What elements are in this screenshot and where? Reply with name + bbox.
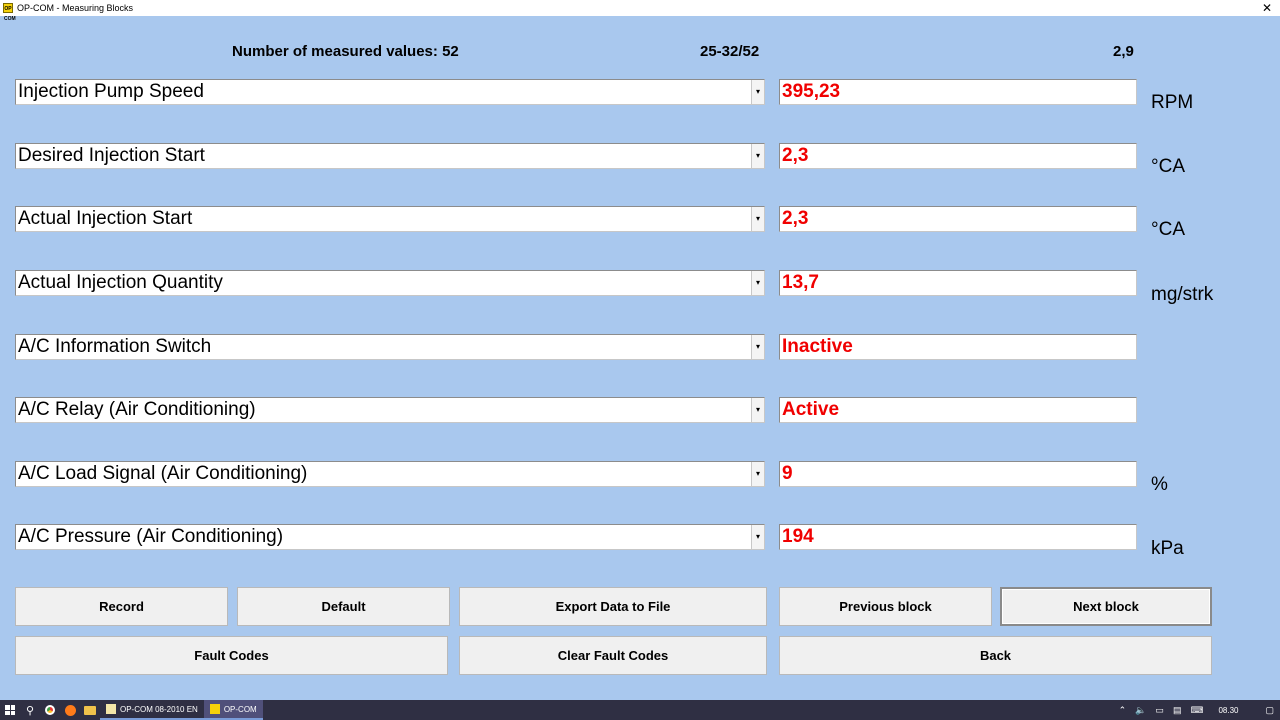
measure-value-3: 2,3 bbox=[779, 206, 1137, 232]
measure-value-1: 395,23 bbox=[779, 79, 1137, 105]
measure-value-text: 2,3 bbox=[782, 208, 809, 229]
measure-unit-2: °CA bbox=[1151, 156, 1185, 177]
chevron-down-icon[interactable]: ▾ bbox=[751, 207, 764, 231]
chevron-down-icon[interactable]: ▾ bbox=[751, 525, 764, 549]
measure-unit-4: mg/strk bbox=[1151, 284, 1214, 305]
volume-icon[interactable]: 🔈 bbox=[1135, 705, 1146, 716]
measure-select-label: Injection Pump Speed bbox=[18, 81, 204, 102]
measure-value-4: 13,7 bbox=[779, 270, 1137, 296]
measure-value-text: 395,23 bbox=[782, 81, 841, 102]
measure-select-6[interactable]: A/C Relay (Air Conditioning) ▾ bbox=[15, 397, 765, 423]
measure-select-label: A/C Load Signal (Air Conditioning) bbox=[18, 463, 308, 484]
measure-value-text: 9 bbox=[782, 463, 793, 484]
windows-start-icon[interactable] bbox=[0, 700, 20, 720]
measure-select-label: Actual Injection Start bbox=[18, 208, 193, 229]
measure-select-7[interactable]: A/C Load Signal (Air Conditioning) ▾ bbox=[15, 461, 765, 487]
chevron-down-icon[interactable]: ▾ bbox=[751, 144, 764, 168]
search-icon[interactable]: ⚲ bbox=[20, 700, 40, 720]
taskbar: ⚲ OP-COM 08-2010 EN OP-COM ⌃ 🔈 ▭ ▤ ⌨ 08.… bbox=[0, 700, 1280, 720]
chevron-down-icon[interactable]: ▾ bbox=[751, 398, 764, 422]
taskbar-item-label: OP-COM bbox=[223, 704, 257, 714]
chrome-icon[interactable] bbox=[40, 700, 60, 720]
measure-select-5[interactable]: A/C Information Switch ▾ bbox=[15, 334, 765, 360]
keyboard-icon[interactable]: ⌨ bbox=[1190, 705, 1203, 716]
title-bar: OP COM OP-COM - Measuring Blocks ✕ bbox=[0, 0, 1280, 22]
chevron-down-icon[interactable]: ▾ bbox=[751, 271, 764, 295]
measure-select-1[interactable]: Injection Pump Speed ▾ bbox=[15, 79, 765, 105]
measure-value-8: 194 bbox=[779, 524, 1137, 550]
measure-select-label: Actual Injection Quantity bbox=[18, 272, 223, 293]
battery-icon[interactable]: ▭ bbox=[1155, 705, 1164, 716]
chevron-down-icon[interactable]: ▾ bbox=[751, 335, 764, 359]
refresh-time: 2,9 bbox=[1113, 43, 1134, 60]
taskbar-item-opcom-installer[interactable]: OP-COM 08-2010 EN bbox=[100, 700, 204, 720]
measure-unit-7: % bbox=[1151, 474, 1168, 495]
measure-unit-8: kPa bbox=[1151, 538, 1184, 559]
document-icon bbox=[106, 704, 116, 714]
measure-value-2: 2,3 bbox=[779, 143, 1137, 169]
taskbar-item-label: OP-COM 08-2010 EN bbox=[120, 704, 198, 714]
close-icon[interactable]: ✕ bbox=[1262, 0, 1272, 16]
block-range: 25-32/52 bbox=[700, 43, 760, 60]
clock[interactable]: 08.30 bbox=[1218, 706, 1238, 715]
window-title: OP-COM - Measuring Blocks bbox=[17, 3, 134, 13]
firefox-icon[interactable] bbox=[60, 700, 80, 720]
measure-select-label: A/C Information Switch bbox=[18, 336, 212, 357]
chevron-down-icon[interactable]: ▾ bbox=[751, 80, 764, 104]
back-button[interactable]: Back bbox=[779, 636, 1212, 675]
measure-value-5: Inactive bbox=[779, 334, 1137, 360]
taskbar-item-opcom[interactable]: OP-COM bbox=[203, 700, 263, 720]
measure-value-7: 9 bbox=[779, 461, 1137, 487]
op-com-app-icon bbox=[209, 704, 220, 714]
measure-select-2[interactable]: Desired Injection Start ▾ bbox=[15, 143, 765, 169]
notification-icon[interactable]: ▢ bbox=[1265, 705, 1274, 716]
system-tray: ⌃ 🔈 ▭ ▤ ⌨ 08.30 ▢ bbox=[1119, 700, 1280, 720]
fault-codes-button[interactable]: Fault Codes bbox=[15, 636, 448, 675]
export-data-button[interactable]: Export Data to File bbox=[459, 587, 767, 626]
network-icon[interactable]: ▤ bbox=[1173, 705, 1182, 716]
measure-unit-3: °CA bbox=[1151, 219, 1185, 240]
file-explorer-icon[interactable] bbox=[80, 700, 100, 720]
measure-select-label: A/C Relay (Air Conditioning) bbox=[18, 399, 256, 420]
measure-unit-1: RPM bbox=[1151, 92, 1194, 113]
chevron-down-icon[interactable]: ▾ bbox=[751, 462, 764, 486]
measure-value-text: 13,7 bbox=[782, 272, 819, 293]
clear-fault-codes-button[interactable]: Clear Fault Codes bbox=[459, 636, 767, 675]
measure-value-text: Active bbox=[782, 399, 840, 420]
measure-select-8[interactable]: A/C Pressure (Air Conditioning) ▾ bbox=[15, 524, 765, 550]
chevron-up-icon[interactable]: ⌃ bbox=[1119, 705, 1127, 716]
record-button[interactable]: Record bbox=[15, 587, 228, 626]
op-com-app-icon: OP COM bbox=[3, 3, 16, 22]
measure-value-text: 2,3 bbox=[782, 145, 809, 166]
measure-value-6: Active bbox=[779, 397, 1137, 423]
measure-select-label: A/C Pressure (Air Conditioning) bbox=[18, 526, 284, 547]
measure-value-text: Inactive bbox=[782, 336, 853, 357]
previous-block-button[interactable]: Previous block bbox=[779, 587, 992, 626]
measured-values-count: Number of measured values: 52 bbox=[232, 43, 459, 60]
measure-select-3[interactable]: Actual Injection Start ▾ bbox=[15, 206, 765, 232]
measure-value-text: 194 bbox=[782, 526, 814, 547]
measure-select-4[interactable]: Actual Injection Quantity ▾ bbox=[15, 270, 765, 296]
default-button[interactable]: Default bbox=[237, 587, 450, 626]
next-block-button[interactable]: Next block bbox=[1000, 587, 1212, 626]
measure-select-label: Desired Injection Start bbox=[18, 145, 205, 166]
